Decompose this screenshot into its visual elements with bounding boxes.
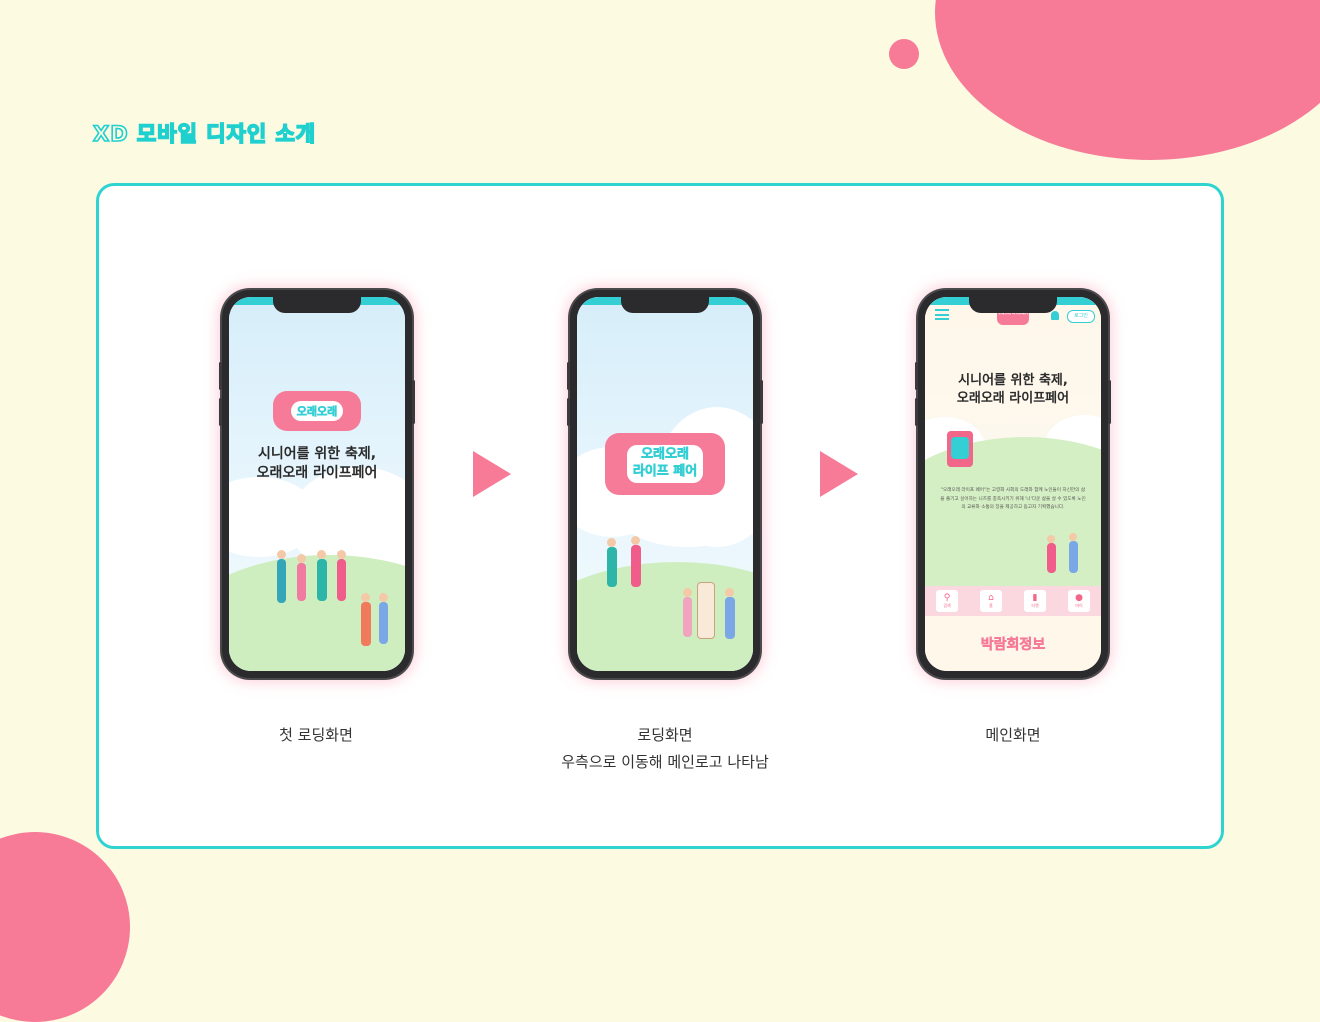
caption-main: 메인화면 (985, 726, 1041, 744)
bell-icon[interactable] (1051, 311, 1059, 320)
app-logo-large: 오래오래 라이프 페어 (605, 433, 725, 495)
decorative-circle-bottom-left (0, 832, 130, 1022)
phone-mockup-first-loading: 오래오래 시니어를 위한 축제, 오래오래 라이프페어 (219, 290, 415, 678)
screen-first-loading: 오래오래 시니어를 위한 축제, 오래오래 라이프페어 (229, 297, 405, 671)
caption-loading: 로딩화면 우측으로 이동해 메인로고 나타남 (561, 726, 769, 771)
caption-first-loading: 첫 로딩화면 (279, 726, 353, 744)
nav-home-button[interactable]: ⌂ 홈 (980, 590, 1002, 612)
user-icon: ● (1075, 592, 1083, 603)
next-arrow-icon (820, 451, 858, 497)
nav-search-button[interactable]: ⚲ 검색 (936, 590, 958, 612)
headline: 시니어를 위한 축제, 오래오래 라이프페어 (256, 446, 378, 481)
home-icon: ⌂ (988, 592, 994, 603)
main-headline: 시니어를 위한 축제, 오래오래 라이프페어 (956, 373, 1070, 406)
next-arrow-icon (473, 451, 511, 497)
phone-mockup-main: 오래오래 라이프페어 로그인 시니어를 위한 축제, 오래오래 라이프페어 "오… (915, 290, 1111, 678)
expo-info-title: 박람회정보 (980, 637, 1046, 654)
decorative-circle-top-right (935, 0, 1320, 160)
page-title: XD 모바일 디자인 소개 (92, 121, 317, 147)
menu-icon[interactable] (935, 309, 949, 320)
decorative-dot (889, 39, 919, 69)
ticket-icon: ▮ (1032, 592, 1038, 603)
quick-nav: ⚲ 검색 ⌂ 홈 ▮ 티켓 ● 마이 (925, 586, 1101, 616)
nav-my-button[interactable]: ● 마이 (1068, 590, 1090, 612)
phone-mockup-loading: 오래오래 라이프 페어 (567, 290, 763, 678)
app-logo: 오래오래 (273, 391, 361, 431)
screen-loading: 오래오래 라이프 페어 (577, 297, 753, 671)
intro-description: "오래오래 라이프 페어"는 고령화 사회의 도래와 함께 노인들이 자신만의 … (940, 488, 1086, 511)
search-icon: ⚲ (943, 592, 951, 603)
login-button[interactable]: 로그인 (1067, 310, 1095, 323)
screen-main: 오래오래 라이프페어 로그인 시니어를 위한 축제, 오래오래 라이프페어 "오… (925, 297, 1101, 671)
nav-ticket-button[interactable]: ▮ 티켓 (1024, 590, 1046, 612)
